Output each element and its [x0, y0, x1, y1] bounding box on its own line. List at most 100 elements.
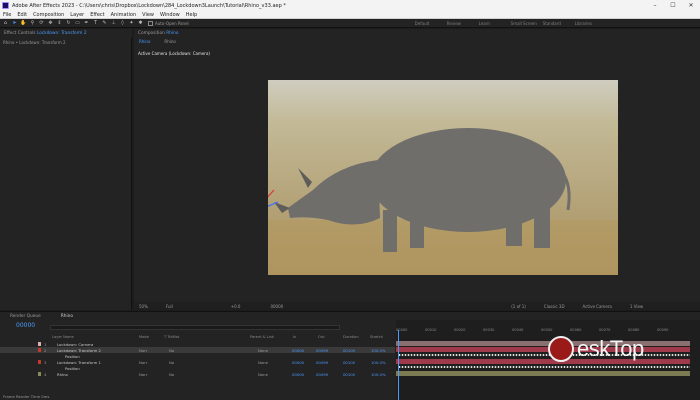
- dolly-icon[interactable]: ⇕: [56, 20, 63, 27]
- layer-name[interactable]: Rhino: [57, 372, 68, 377]
- select-icon[interactable]: ➤: [11, 20, 18, 27]
- workspace-standard[interactable]: Standard: [543, 21, 575, 26]
- layer-stretch[interactable]: 100.0%: [371, 372, 385, 377]
- subtab-rhino-1[interactable]: Rhino: [139, 39, 150, 44]
- layer-stretch[interactable]: 100.0%: [371, 360, 385, 365]
- layer-name[interactable]: Lockdown: Camera: [57, 342, 93, 347]
- layer-search-input[interactable]: [50, 325, 340, 330]
- close-button[interactable]: ✕: [682, 0, 700, 11]
- minimize-button[interactable]: –: [646, 0, 664, 11]
- hand-icon[interactable]: ✋: [20, 20, 27, 27]
- layer-bar[interactable]: [396, 371, 690, 376]
- menu-file[interactable]: File: [3, 12, 11, 18]
- property-name[interactable]: Position: [65, 366, 80, 371]
- playhead[interactable]: [398, 330, 399, 400]
- rotate-icon[interactable]: ↻: [65, 20, 72, 27]
- views-dropdown[interactable]: 1 View: [630, 304, 643, 309]
- layer-in[interactable]: 00000: [292, 372, 304, 377]
- col-stretch[interactable]: Stretch: [370, 335, 383, 339]
- brush-icon[interactable]: ✎: [101, 20, 108, 27]
- menu-view[interactable]: View: [142, 12, 154, 18]
- layer-mode[interactable]: Norr: [139, 360, 147, 365]
- layer-trkmat[interactable]: No: [169, 372, 174, 377]
- layer-duration[interactable]: 00100: [343, 348, 355, 353]
- type-icon[interactable]: T: [92, 20, 99, 27]
- col-mode[interactable]: Mode: [139, 335, 149, 339]
- roto-icon[interactable]: ✦: [128, 20, 135, 27]
- layer-out[interactable]: 00099: [316, 348, 328, 353]
- keyframe-row[interactable]: [398, 366, 690, 368]
- zoom-dropdown[interactable]: 50%: [139, 304, 148, 309]
- maximize-button[interactable]: ☐: [664, 0, 682, 11]
- auto-open-checkbox[interactable]: [148, 20, 153, 26]
- pin-icon[interactable]: ✱: [137, 20, 144, 27]
- col-parent[interactable]: Parent & Link: [250, 335, 274, 339]
- stamp-icon[interactable]: ⊥: [110, 20, 117, 27]
- menu-composition[interactable]: Composition: [33, 12, 64, 18]
- composition-viewer[interactable]: [268, 80, 618, 275]
- resolution-dropdown[interactable]: Full: [166, 304, 173, 309]
- layer-mode[interactable]: Norr: [139, 372, 147, 377]
- orbit-icon[interactable]: ⟳: [38, 20, 45, 27]
- viewer-timecode[interactable]: 00000: [270, 304, 283, 309]
- timeline-timecode[interactable]: 00000: [16, 322, 35, 329]
- layer-color-swatch[interactable]: [38, 348, 41, 352]
- subtab-rhino-2[interactable]: Rhino: [164, 39, 175, 44]
- layer-row[interactable]: 4 Rhino Norr No None 00000 00099 00100 1…: [0, 371, 395, 377]
- menu-effect[interactable]: Effect: [90, 12, 104, 18]
- workspace-libraries[interactable]: Libraries: [575, 21, 607, 26]
- layer-bar[interactable]: [396, 347, 690, 352]
- layer-parent[interactable]: None: [258, 372, 268, 377]
- layer-color-swatch[interactable]: [38, 372, 41, 376]
- workspace-small-screen[interactable]: Small Screen: [511, 21, 543, 26]
- renderer-dropdown[interactable]: Classic 3D: [544, 304, 565, 309]
- pen-icon[interactable]: ✒: [83, 20, 90, 27]
- menu-window[interactable]: Window: [160, 12, 180, 18]
- menu-animation[interactable]: Animation: [111, 12, 137, 18]
- col-out[interactable]: Out: [318, 335, 325, 339]
- layer-parent[interactable]: None: [258, 348, 268, 353]
- rect-icon[interactable]: ▭: [74, 20, 81, 27]
- layer-in[interactable]: 00000: [292, 360, 304, 365]
- exposure-value[interactable]: +0.0: [231, 304, 241, 309]
- col-layer-name[interactable]: Layer Name: [52, 335, 74, 339]
- layer-trkmat[interactable]: No: [169, 348, 174, 353]
- layer-bar[interactable]: [396, 341, 690, 346]
- zoom-icon[interactable]: ⚲: [29, 20, 36, 27]
- layer-color-swatch[interactable]: [38, 342, 41, 346]
- menu-layer[interactable]: Layer: [70, 12, 84, 18]
- col-trkmat[interactable]: T TrkMat: [164, 335, 179, 339]
- effect-controls-tab[interactable]: Effect Controls Lockdown: Transform 2: [0, 31, 91, 36]
- layer-duration[interactable]: 00100: [343, 360, 355, 365]
- layer-name[interactable]: Lockdown: Transform 1: [57, 360, 101, 365]
- layer-color-swatch[interactable]: [38, 360, 41, 364]
- workspace-default[interactable]: Default: [415, 21, 447, 26]
- col-in[interactable]: In: [293, 335, 296, 339]
- layer-out[interactable]: 00099: [316, 360, 328, 365]
- home-icon[interactable]: ⌂: [2, 20, 9, 27]
- time-ruler[interactable]: 00000 00010 00020 00030 00040 00050 0006…: [396, 328, 700, 334]
- keyframe-row[interactable]: [398, 354, 690, 356]
- tab-render-queue[interactable]: Render Queue: [0, 314, 51, 319]
- layer-bar[interactable]: [396, 359, 690, 364]
- layer-mode[interactable]: Norr: [139, 348, 147, 353]
- layer-in[interactable]: 00000: [292, 348, 304, 353]
- composition-tab[interactable]: Composition Rhino: [134, 31, 182, 36]
- layer-duration[interactable]: 00100: [343, 372, 355, 377]
- ruler-tick: 00030: [483, 328, 495, 332]
- layer-name[interactable]: Lockdown: Transform 2: [57, 348, 101, 353]
- property-name[interactable]: Position: [65, 354, 80, 359]
- layer-parent[interactable]: None: [258, 360, 268, 365]
- col-duration[interactable]: Duration: [343, 335, 359, 339]
- menu-help[interactable]: Help: [186, 12, 197, 18]
- menu-edit[interactable]: Edit: [17, 12, 27, 18]
- workspace-learn[interactable]: Learn: [479, 21, 511, 26]
- layer-trkmat[interactable]: No: [169, 360, 174, 365]
- camera-dropdown[interactable]: Active Camera: [583, 304, 612, 309]
- tab-rhino[interactable]: Rhino: [51, 314, 83, 319]
- eraser-icon[interactable]: ◊: [119, 20, 126, 27]
- workspace-review[interactable]: Review: [447, 21, 479, 26]
- layer-stretch[interactable]: 100.0%: [371, 348, 385, 353]
- layer-out[interactable]: 00099: [316, 372, 328, 377]
- pan-icon[interactable]: ✥: [47, 20, 54, 27]
